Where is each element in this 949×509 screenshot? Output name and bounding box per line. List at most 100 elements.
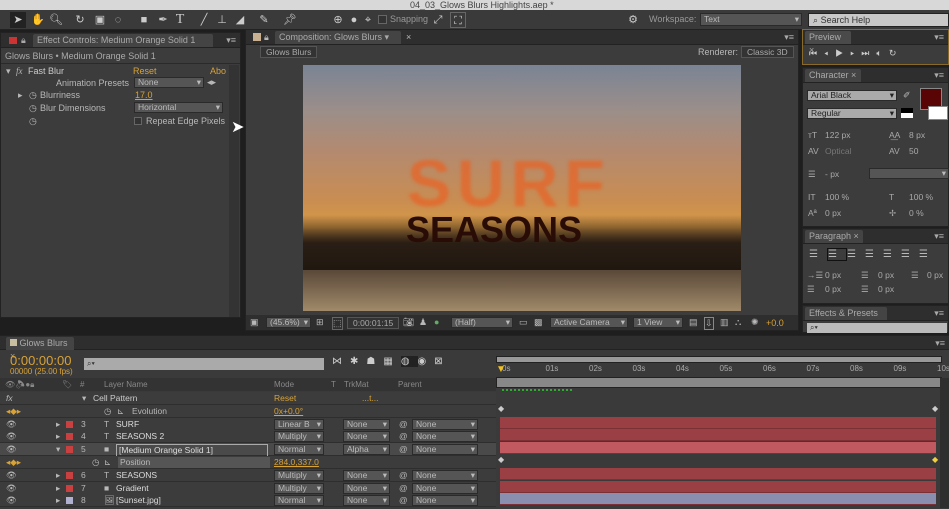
leading-value[interactable]: 8 px <box>909 130 925 140</box>
space-before-value[interactable]: 0 px <box>825 284 841 294</box>
expand-triangle-icon[interactable]: ▸ <box>18 90 23 101</box>
mode-header[interactable]: Mode <box>274 378 294 391</box>
layer-name[interactable]: [Sunset.jpg] <box>116 495 161 506</box>
layer-row[interactable]: 👁︎ ▸ 4 T SEASONS 2 Multiply None @ None <box>0 430 496 444</box>
resolution-dropdown[interactable]: (Half) <box>451 317 513 328</box>
playhead-icon[interactable]: ▼ <box>496 364 506 375</box>
grid-icon[interactable]: ⊞ <box>316 317 324 328</box>
eyedropper-icon[interactable]: ✐ <box>903 90 911 101</box>
black-white-swatch[interactable] <box>901 108 913 118</box>
horizontal-scale-value[interactable]: 100 % <box>909 192 933 202</box>
effect-link[interactable]: ...t... <box>362 393 379 404</box>
indent-left-value[interactable]: 0 px <box>825 270 841 280</box>
flowchart-icon[interactable]: ⛬ <box>735 317 741 328</box>
transparency-grid-icon[interactable]: ▩ <box>534 317 543 328</box>
pen-tool-icon[interactable]: ✒ <box>155 12 171 28</box>
justify-last-right-icon[interactable]: ☰ <box>901 249 919 260</box>
label-color-swatch[interactable] <box>66 484 73 492</box>
magnification-dropdown[interactable]: (45.6%) <box>266 317 311 328</box>
layer-duration-bar[interactable] <box>500 493 936 506</box>
track-matte-dropdown[interactable]: None <box>343 418 390 430</box>
keyframe-icon[interactable]: ◆ <box>932 455 938 464</box>
pick-whip-icon[interactable]: @ <box>399 419 408 430</box>
track-matte-dropdown[interactable]: None <box>343 431 390 443</box>
prev-frame-icon[interactable]: ◂ <box>824 48 835 58</box>
time-navigator[interactable] <box>496 356 942 363</box>
last-frame-icon[interactable]: ⏭ <box>861 48 876 58</box>
next-frame-icon[interactable]: ▸ <box>850 48 861 58</box>
layer-search-input[interactable]: ⌕▾ <box>84 358 324 370</box>
keyframe-icon[interactable]: ◆ <box>498 455 504 464</box>
indent-right-value[interactable]: 0 px <box>878 270 894 280</box>
expand-triangle-icon[interactable]: ▾ <box>82 393 86 404</box>
audio-icon[interactable]: 🔈︎ <box>876 48 888 58</box>
stroke-color-swatch[interactable] <box>928 106 948 120</box>
pick-whip-icon[interactable]: @ <box>399 495 408 506</box>
layer-name[interactable]: Gradient <box>116 483 149 494</box>
camera-dropdown[interactable]: Active Camera <box>550 317 628 328</box>
scrollbar[interactable] <box>229 65 239 317</box>
repeat-edge-checkbox[interactable] <box>134 117 142 125</box>
justify-all-icon[interactable]: ☰ <box>919 249 937 260</box>
space-after-value[interactable]: 0 px <box>878 284 894 294</box>
baseline-shift-value[interactable]: 0 px <box>825 208 841 218</box>
brainstorm-icon[interactable]: ⊠ <box>434 356 450 367</box>
stopwatch-icon[interactable]: ◷ <box>92 457 99 468</box>
frame-blending-icon[interactable]: ▦ <box>383 356 400 367</box>
parent-dropdown[interactable]: None <box>412 469 478 481</box>
loop-icon[interactable]: ↻ <box>889 48 904 58</box>
region-of-interest-icon[interactable]: ▭ <box>519 317 528 328</box>
lock-icon[interactable]: 🔒︎ <box>21 35 26 46</box>
tab-composition[interactable]: Composition: Glows Blurs ▾ <box>275 31 401 44</box>
hand-tool-icon[interactable]: ✋ <box>30 12 46 28</box>
parent-dropdown[interactable]: None <box>412 495 478 507</box>
parent-dropdown[interactable]: None <box>412 482 478 494</box>
tab-effect-controls[interactable]: Effect Controls: Medium Orange Solid 1 <box>33 34 213 47</box>
first-frame-icon[interactable]: ⏮ <box>809 48 824 58</box>
label-color-swatch[interactable] <box>66 471 73 479</box>
property-value[interactable]: 284.0,337.0 <box>274 457 319 468</box>
draft-3d-icon[interactable]: ✱ <box>350 356 366 367</box>
close-icon[interactable]: × <box>406 32 411 42</box>
timeline-icon[interactable]: ▥ <box>720 317 729 328</box>
blend-mode-dropdown[interactable]: Multiply <box>274 431 324 443</box>
stopwatch-icon[interactable]: ◷ <box>29 116 37 127</box>
stroke-width-value[interactable]: - px <box>825 169 839 179</box>
pick-whip-icon[interactable]: @ <box>399 444 408 455</box>
graph-editor-icon[interactable]: ◉ <box>418 356 435 367</box>
exposure-icon[interactable]: ✺ <box>751 317 759 328</box>
font-size-value[interactable]: 122 px <box>825 130 851 140</box>
layer-duration-bar[interactable] <box>500 429 936 442</box>
blurriness-value[interactable]: 17.0 <box>135 90 153 100</box>
layer-row[interactable]: 👁︎ ▸ 3 T SURF Linear B None @ None <box>0 417 496 431</box>
blend-mode-dropdown[interactable]: Multiply <box>274 482 324 494</box>
show-snapshot-icon[interactable]: ♟ <box>419 317 427 328</box>
keyframe-navigator-icon[interactable]: ◂◆▸ <box>6 457 21 468</box>
blend-mode-dropdown[interactable]: Linear B <box>274 418 324 430</box>
local-axis-icon[interactable]: ⊕ <box>330 12 346 28</box>
type-tool-icon[interactable]: T <box>172 12 188 28</box>
layer-row[interactable]: 👁︎ ▸ 8 🖼︎ [Sunset.jpg] Normal None @ Non… <box>0 494 496 508</box>
trkmat-header[interactable]: TrkMat <box>344 378 369 391</box>
stroke-type-dropdown[interactable] <box>869 168 949 179</box>
comp-breadcrumb-button[interactable]: Glows Blurs <box>260 46 318 58</box>
visibility-eye-icon[interactable]: 👁︎ <box>6 431 17 442</box>
comp-mini-flowchart-icon[interactable]: ⋈ <box>332 356 350 367</box>
layer-duration-bar[interactable] <box>500 442 936 455</box>
property-row[interactable]: fx ▾ Cell Pattern Reset ...t... <box>0 392 496 405</box>
layer-row[interactable]: 👁︎ ▸ 7 ■ Gradient Multiply None @ None <box>0 481 496 495</box>
font-family-dropdown[interactable]: Arial Black <box>807 90 897 101</box>
kerning-value[interactable]: Optical <box>825 146 851 156</box>
tab-preview[interactable]: Preview × <box>805 31 851 55</box>
pick-whip-icon[interactable]: @ <box>399 431 408 442</box>
blend-mode-dropdown[interactable]: Normal <box>274 495 324 507</box>
align-right-icon[interactable]: ☰ <box>847 249 865 260</box>
font-style-dropdown[interactable]: Regular <box>807 108 897 119</box>
selection-tool-icon[interactable]: ➤ <box>10 12 26 28</box>
rotate-tool-icon[interactable]: ↻ <box>72 12 88 28</box>
view-axis-icon[interactable]: ⌖ <box>360 12 376 28</box>
exposure-value[interactable]: +0.0 <box>766 318 784 328</box>
layer-duration-bar[interactable] <box>500 416 936 429</box>
label-color-swatch[interactable] <box>66 433 73 441</box>
camera-tool-icon[interactable]: ▣ <box>92 12 108 28</box>
